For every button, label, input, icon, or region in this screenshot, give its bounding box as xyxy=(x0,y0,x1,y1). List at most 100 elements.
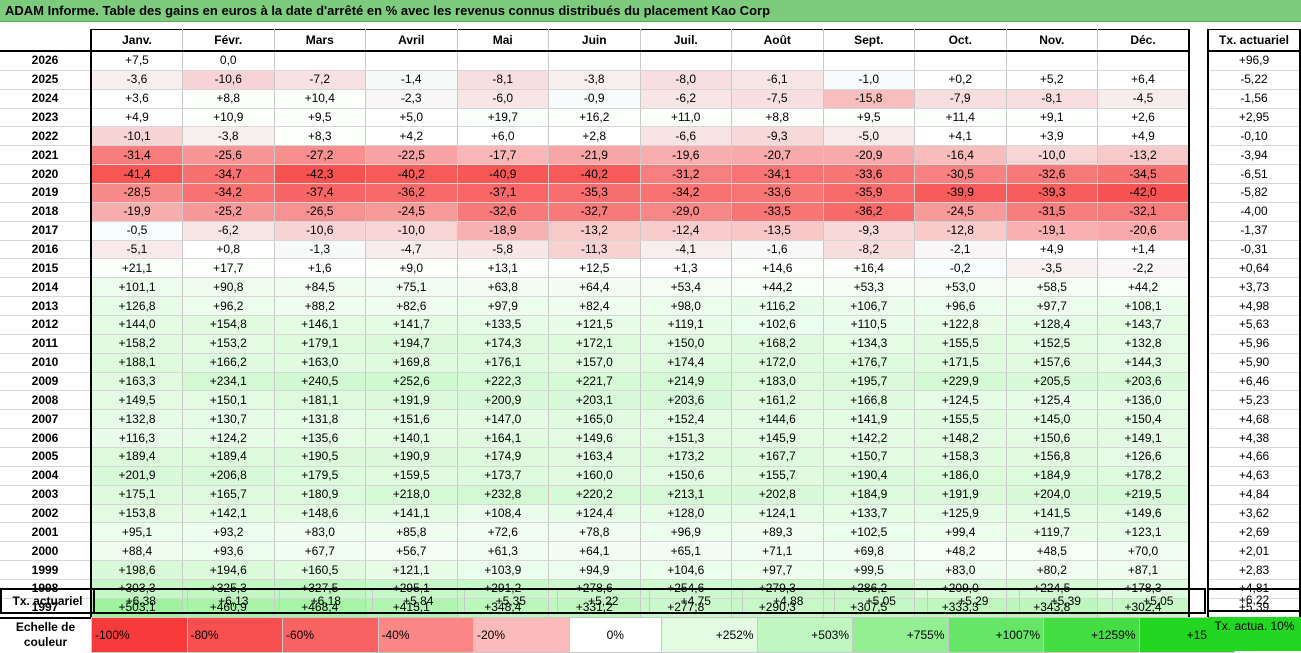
gain-cell: +124,1 xyxy=(731,504,824,524)
gain-cell: +174,4 xyxy=(640,353,732,373)
gain-cell: -20,9 xyxy=(823,145,915,166)
annual-rate-cell: +5,96 xyxy=(1207,334,1301,354)
gain-cell: -4,7 xyxy=(365,240,458,260)
gain-cell: +88,4 xyxy=(91,541,183,562)
gain-cell: +175,1 xyxy=(91,485,183,505)
gain-cell xyxy=(274,51,366,71)
table-row: 2007 +132,8 +130,7 +131,8 +151,6 +147,0 +165,0… xyxy=(0,409,1190,430)
monthly-rate-cell: +6,18 xyxy=(279,588,373,614)
legend-swatch: +755% xyxy=(852,617,949,653)
gain-cell: -33,5 xyxy=(731,202,824,222)
year-label: 2005 xyxy=(0,447,92,467)
annual-rate-cell: +2,69 xyxy=(1207,522,1301,543)
gain-cell: +132,8 xyxy=(1097,334,1190,354)
gain-cell: +220,2 xyxy=(548,485,641,505)
legend-swatch: -60% xyxy=(282,617,379,653)
gain-cell: +146,1 xyxy=(274,315,366,335)
gain-cell: +148,6 xyxy=(274,504,366,524)
gain-cell: +206,8 xyxy=(182,466,275,486)
month-header: Oct. xyxy=(914,29,1007,52)
gain-cell: -3,6 xyxy=(91,70,183,90)
gain-cell: +16,2 xyxy=(548,108,641,128)
gain-cell: +165,7 xyxy=(182,485,275,505)
gain-cell: +87,1 xyxy=(1097,560,1190,581)
gain-cell: +44,2 xyxy=(1097,277,1190,298)
month-header: Janv. xyxy=(91,29,183,52)
year-label: 2015 xyxy=(0,258,92,279)
gain-cell: +174,9 xyxy=(457,447,549,467)
gain-cell: +151,6 xyxy=(365,409,458,430)
gain-cell: +200,9 xyxy=(457,390,549,411)
gain-cell: +53,0 xyxy=(914,277,1007,298)
gain-cell: -32,6 xyxy=(1006,164,1098,185)
gain-cell: +172,1 xyxy=(548,334,641,354)
gain-cell: +169,8 xyxy=(365,353,458,373)
gain-cell: +179,5 xyxy=(274,466,366,486)
legend-swatch: 0% xyxy=(568,617,662,653)
gain-cell: +44,2 xyxy=(731,277,824,298)
gain-cell: -16,4 xyxy=(914,145,1007,166)
gain-cell: +134,3 xyxy=(823,334,915,354)
gain-cell: +191,9 xyxy=(914,485,1007,505)
gain-cell: -18,9 xyxy=(457,221,549,241)
gain-cell: -30,5 xyxy=(914,164,1007,185)
gain-cell: +150,6 xyxy=(1006,428,1098,449)
gain-cell: +103,9 xyxy=(457,560,549,581)
year-label: 2022 xyxy=(0,126,92,147)
legend-rate-10: Tx. actua. 10% xyxy=(1208,617,1301,651)
gain-cell: +5,0 xyxy=(365,108,458,128)
annual-rate-cell: +5,63 xyxy=(1207,315,1301,335)
gain-cell: +121,1 xyxy=(365,560,458,581)
gain-cell: -36,2 xyxy=(823,202,915,222)
gain-cell: -2,2 xyxy=(1097,258,1190,279)
gain-cell: -42,0 xyxy=(1097,183,1190,203)
gain-cell: +116,2 xyxy=(731,296,824,317)
year-label: 2010 xyxy=(0,353,92,373)
year-label: 2014 xyxy=(0,277,92,298)
gain-cell: +229,9 xyxy=(914,372,1007,392)
gain-cell: +102,6 xyxy=(731,315,824,335)
gain-cell: +97,9 xyxy=(457,296,549,317)
gain-cell: -1,0 xyxy=(823,70,915,90)
table-row: 2023 +4,9 +10,9 +9,5 +5,0 +19,7 +16,2 +11,0 +8,8… xyxy=(0,108,1190,128)
gain-cell: +131,8 xyxy=(274,409,366,430)
gain-cell: +1,3 xyxy=(640,258,732,279)
gain-cell: +3,9 xyxy=(1006,126,1098,147)
legend-swatch: -80% xyxy=(186,617,283,653)
annual-rate-cell: +4,38 xyxy=(1207,428,1301,449)
gain-cell: +80,2 xyxy=(1006,560,1098,581)
year-label: 2017 xyxy=(0,221,92,241)
gain-cell: -25,6 xyxy=(182,145,275,166)
gain-cell: +145,9 xyxy=(731,428,824,449)
gain-cell: -6,2 xyxy=(640,89,732,109)
gain-cell: +126,8 xyxy=(91,296,183,317)
gain-cell: +116,3 xyxy=(91,428,183,449)
gain-cell: +153,8 xyxy=(91,504,183,524)
gain-cell: -5,1 xyxy=(91,240,183,260)
gain-cell: +53,3 xyxy=(823,277,915,298)
gain-cell: -39,3 xyxy=(1006,183,1098,203)
gain-cell: +166,8 xyxy=(823,390,915,411)
gain-cell: +19,7 xyxy=(457,108,549,128)
gain-cell: +156,8 xyxy=(1006,447,1098,467)
gain-cell: +96,6 xyxy=(914,296,1007,317)
year-label: 2023 xyxy=(0,108,92,128)
annual-rate-cell: -1,37 xyxy=(1207,221,1301,241)
month-header: Juin xyxy=(548,29,641,52)
gain-cell: +203,6 xyxy=(1097,372,1190,392)
table-row: 2002 +153,8 +142,1 +148,6 +141,1 +108,4 +124,4… xyxy=(0,504,1190,524)
gain-cell: +48,5 xyxy=(1006,541,1098,562)
gain-cell: +88,2 xyxy=(274,296,366,317)
annual-rate-cell: +5,23 xyxy=(1207,390,1301,411)
gain-cell: +104,6 xyxy=(640,560,732,581)
gain-cell: -12,8 xyxy=(914,221,1007,241)
gain-cell: +119,7 xyxy=(1006,522,1098,543)
gain-cell: +190,4 xyxy=(823,466,915,486)
gain-cell: +67,7 xyxy=(274,541,366,562)
year-label: 2012 xyxy=(0,315,92,335)
monthly-rate-cell: +6,13 xyxy=(187,588,280,614)
month-header: Avril xyxy=(365,29,458,52)
gain-cell: +176,7 xyxy=(823,353,915,373)
table-row: 2017 -0,5 -6,2 -10,6 -10,0 -18,9 -13,2 -12,4 -13… xyxy=(0,221,1190,241)
gain-cell: +2,8 xyxy=(548,126,641,147)
